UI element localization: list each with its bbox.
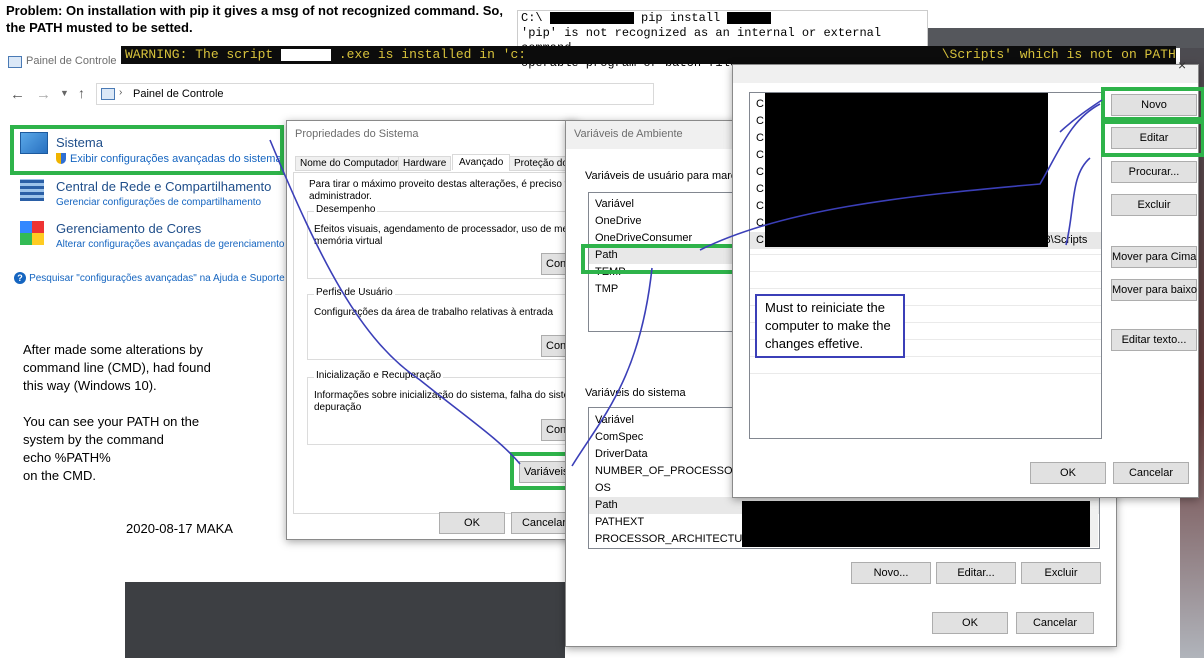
- arrow-path-to-editor: [699, 103, 1101, 251]
- annotation-arrows: [269, 99, 1103, 467]
- arrow-system-to-env: [269, 139, 521, 465]
- arrow-editor-to-new: [1059, 99, 1103, 133]
- arrow-editor-to-edit: [1065, 157, 1091, 246]
- arrow-env-to-path: [571, 267, 653, 467]
